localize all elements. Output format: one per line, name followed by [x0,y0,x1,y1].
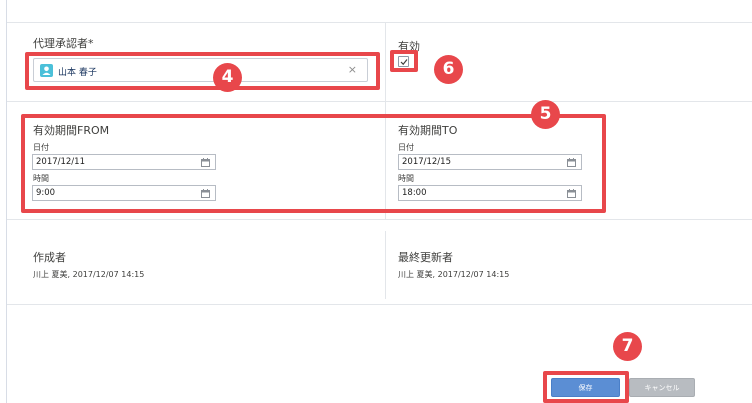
callout-box-delegate [25,52,380,90]
callout-box-active [390,50,418,72]
divider-row2 [7,219,752,220]
created-by-value: 川上 夏美, 2017/12/07 14:15 [33,270,145,279]
form-left-border [6,0,7,403]
callout-badge-5: 5 [531,100,560,129]
callout-badge-7: 7 [613,332,642,361]
column-divider-row3 [385,231,386,299]
last-modified-by-label: 最終更新者 [398,251,453,264]
divider-row1 [7,101,752,102]
created-by-label: 作成者 [33,251,66,264]
callout-box-valid-period [21,114,606,213]
last-modified-by-value: 川上 夏美, 2017/12/07 14:15 [398,270,510,279]
divider-top [7,22,752,23]
callout-box-save [543,371,629,403]
divider-row3 [7,304,752,305]
column-divider-row1 [385,22,386,101]
callout-badge-6: 6 [434,55,463,84]
callout-badge-4: 4 [213,63,242,92]
cancel-button[interactable]: キャンセル [629,378,695,397]
delegate-approver-label: 代理承認者* [33,37,94,50]
